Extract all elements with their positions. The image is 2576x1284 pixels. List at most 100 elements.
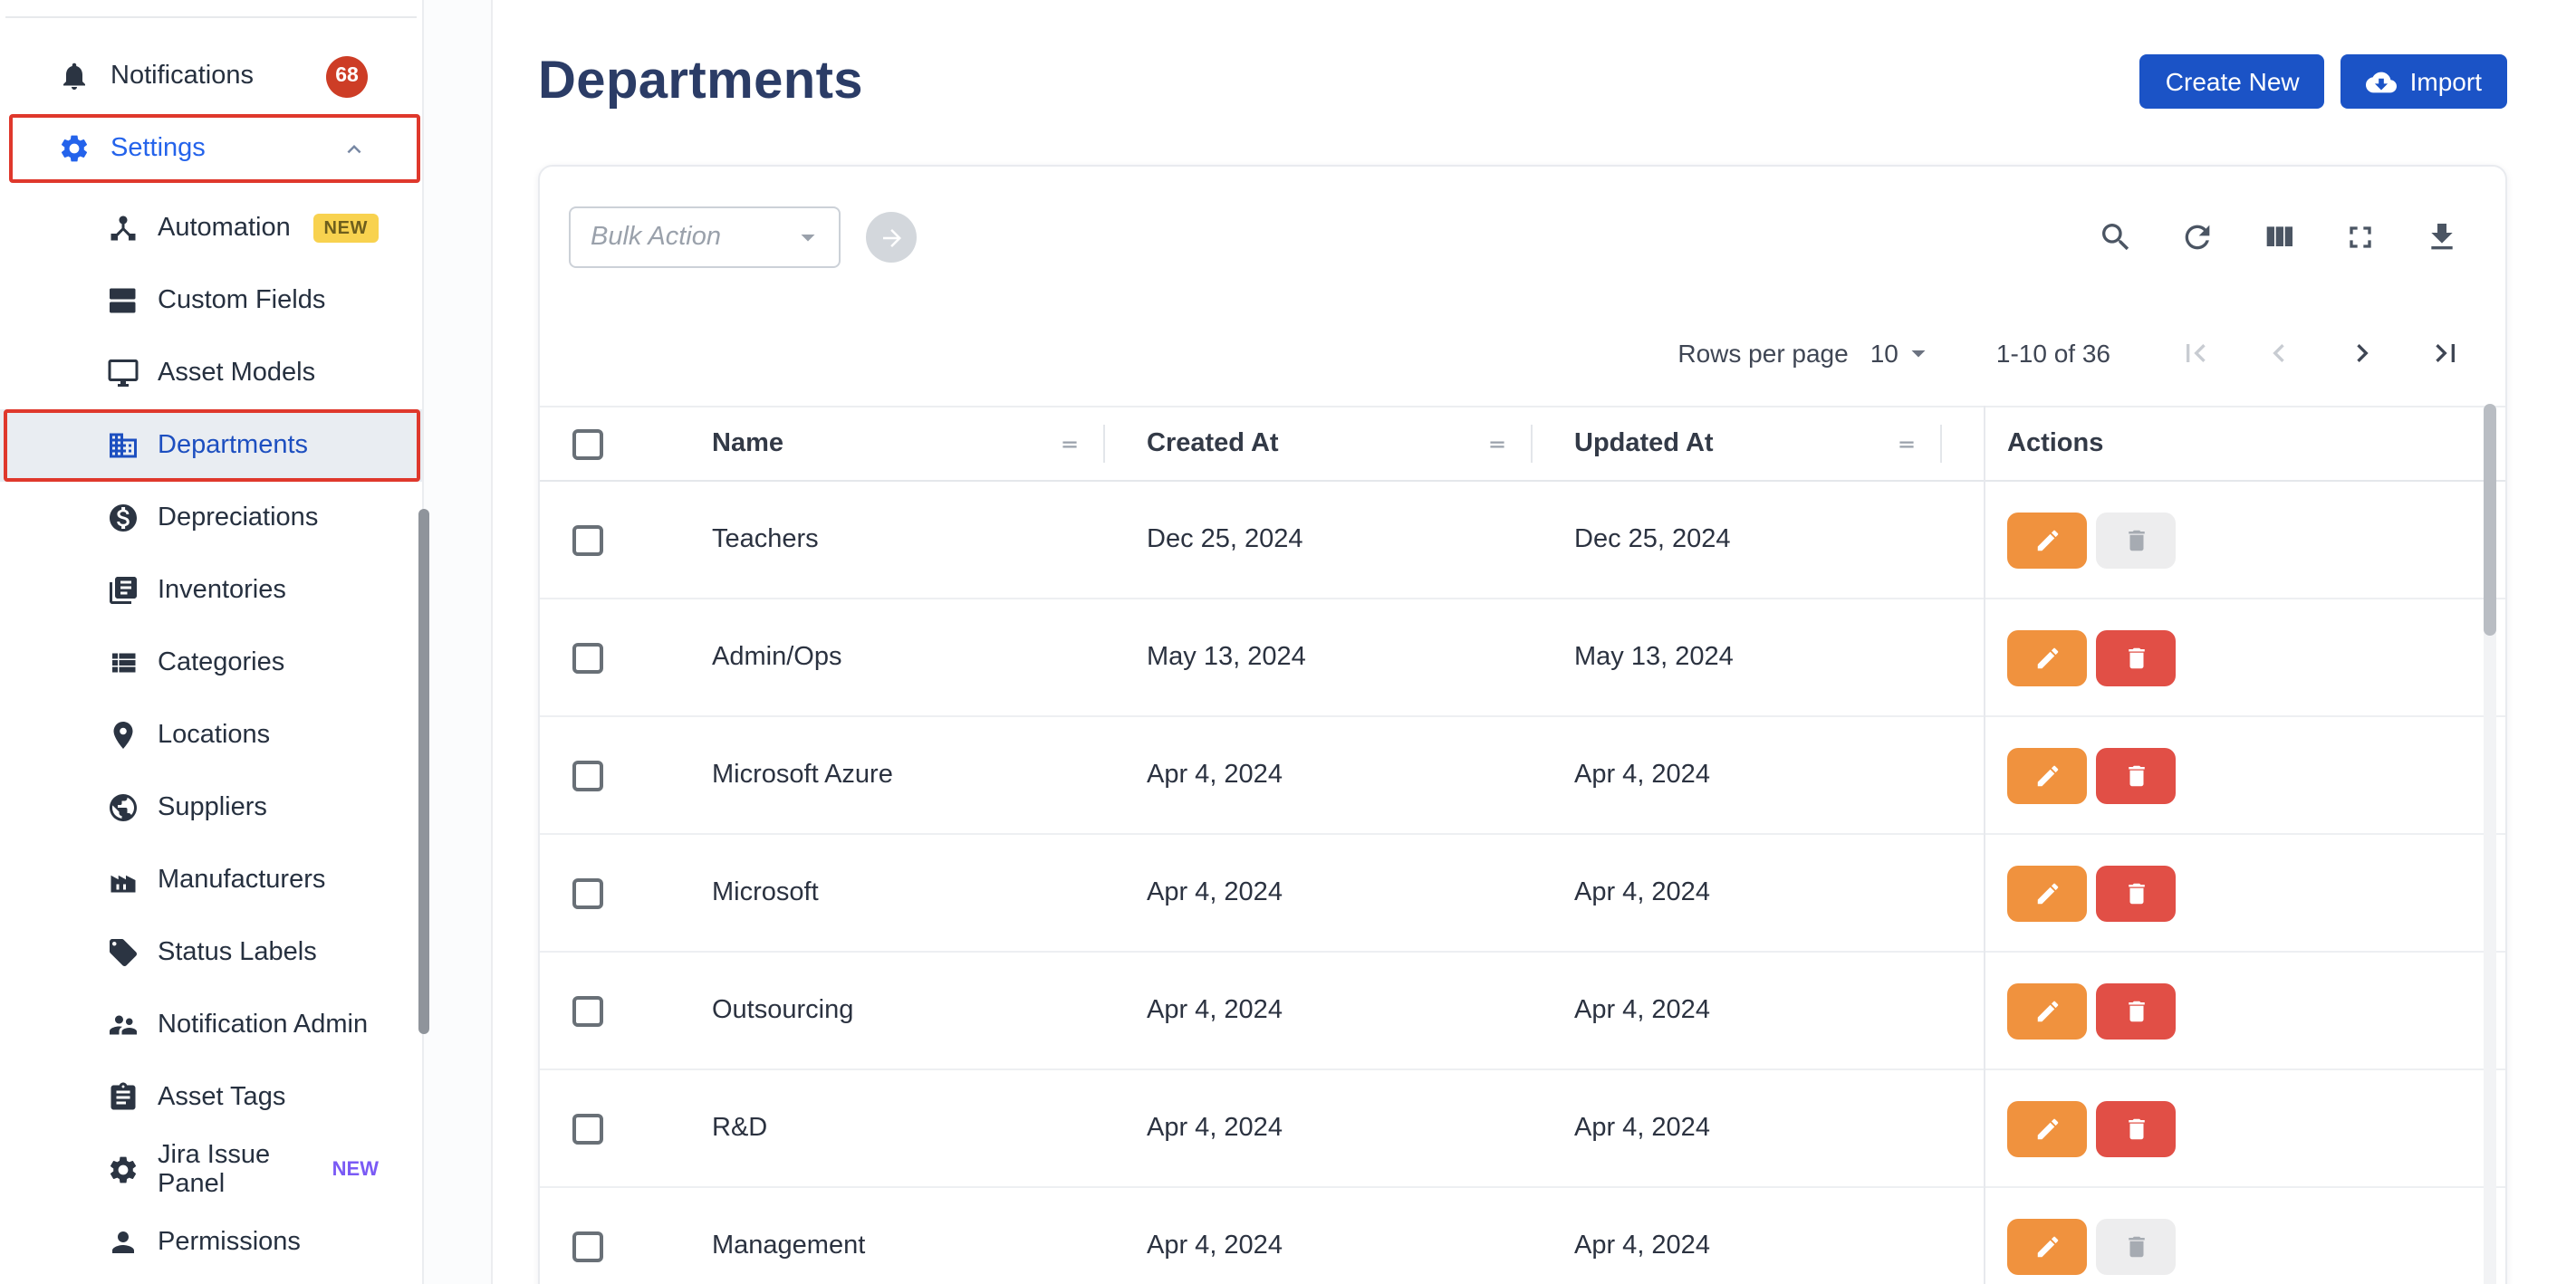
edit-button[interactable] [2007,865,2087,921]
refresh-button[interactable] [2177,217,2217,257]
edit-button[interactable] [2007,1218,2087,1274]
delete-button[interactable] [2096,1100,2176,1156]
fullscreen-button[interactable] [2341,217,2380,257]
delete-button[interactable] [2096,512,2176,568]
departments-table-card: Bulk Action Rows per page [538,165,2507,1284]
sidebar-item-suppliers[interactable]: Suppliers [0,771,422,844]
create-new-button[interactable]: Create New [2140,54,2325,109]
sidebar-item-label: Manufacturers [158,866,325,895]
delete-button[interactable] [2096,629,2176,685]
sidebar-item-jira-issue-panel[interactable]: Jira Issue Panel NEW [0,1134,422,1206]
notification-count-badge: 68 [326,55,368,97]
sidebar-item-manufacturers[interactable]: Manufacturers [0,844,422,916]
rows-per-page-value: 10 [1870,339,1898,368]
row-checkbox[interactable] [572,1113,603,1144]
columns-button[interactable] [2259,217,2299,257]
column-divider [1940,425,1942,463]
column-menu-icon[interactable] [1895,432,1918,455]
table-scrollbar[interactable] [2484,404,2496,1284]
cell-updated-at: Dec 25, 2024 [1574,482,1984,598]
sidebar-item-label: Asset Models [158,359,315,388]
sidebar-item-departments[interactable]: Departments [0,409,422,482]
trash-icon [2122,997,2149,1024]
search-button[interactable] [2096,217,2136,257]
edit-button[interactable] [2007,747,2087,803]
download-button[interactable] [2422,217,2462,257]
refresh-icon [2179,219,2216,255]
download-icon [2424,219,2460,255]
pencil-icon [2033,762,2061,789]
sidebar-item-label: Jira Issue Panel [158,1141,316,1199]
bulk-action-apply-button[interactable] [866,212,917,263]
cell-updated-at: Apr 4, 2024 [1574,1188,1984,1284]
sidebar-item-label: Locations [158,721,270,750]
last-page-button[interactable] [2426,333,2465,373]
sidebar-item-automation[interactable]: Automation NEW [0,192,422,264]
table-header-row: Name Created At Updated At Action [540,406,2505,482]
sidebar-item-notification-admin[interactable]: Notification Admin [0,989,422,1061]
page-title: Departments [538,52,863,111]
automation-icon [105,210,141,246]
sidebar-item-categories[interactable]: Categories [0,627,422,699]
sidebar-scrollbar-thumb[interactable] [418,509,429,1034]
cell-created-at: Apr 4, 2024 [1147,953,1574,1068]
cell-name: Microsoft [712,835,1147,951]
sidebar-item-inventories[interactable]: Inventories [0,554,422,627]
first-page-button[interactable] [2176,333,2216,373]
row-checkbox[interactable] [572,877,603,908]
sidebar-item-permissions[interactable]: Permissions [0,1206,422,1279]
delete-button[interactable] [2096,747,2176,803]
table-row: Teachers Dec 25, 2024 Dec 25, 2024 [540,482,2505,599]
delete-button[interactable] [2096,865,2176,921]
table-scrollbar-thumb[interactable] [2484,404,2496,636]
column-divider [1531,425,1533,463]
inventories-icon [105,572,141,608]
sidebar-item-label: Permissions [158,1228,301,1257]
column-menu-icon[interactable] [1485,432,1509,455]
delete-button[interactable] [2096,982,2176,1039]
pencil-icon [2033,1232,2061,1260]
column-divider [1103,425,1105,463]
cell-created-at: May 13, 2024 [1147,599,1574,715]
cell-name: Teachers [712,482,1147,598]
rows-per-page-label: Rows per page [1677,339,1848,368]
edit-button[interactable] [2007,982,2087,1039]
last-page-icon [2427,335,2464,371]
delete-button[interactable] [2096,1218,2176,1274]
arrow-right-icon [878,224,905,251]
sidebar-item-label: Settings [111,134,206,163]
sidebar-item-status-labels[interactable]: Status Labels [0,916,422,989]
content-panel: Departments Create New Import Bulk Actio… [491,0,2576,1284]
sidebar-divider [5,16,417,18]
table-row: R&D Apr 4, 2024 Apr 4, 2024 [540,1070,2505,1188]
bulk-action-select[interactable]: Bulk Action [569,206,841,268]
sidebar-item-asset-tags[interactable]: Asset Tags [0,1061,422,1134]
edit-button[interactable] [2007,629,2087,685]
row-checkbox[interactable] [572,1231,603,1261]
asset-tags-icon [105,1079,141,1116]
column-menu-icon[interactable] [1058,432,1081,455]
row-checkbox[interactable] [572,642,603,673]
sidebar-item-label: Automation [158,214,291,243]
column-header-created-at: Created At [1147,429,1279,458]
sidebar-item-notifications[interactable]: Notifications 68 [0,40,422,112]
departments-icon [105,427,141,464]
sidebar-item-asset-models[interactable]: Asset Models [0,337,422,409]
sidebar-item-locations[interactable]: Locations [0,699,422,771]
row-checkbox[interactable] [572,524,603,555]
main-area: Departments Create New Import Bulk Actio… [424,0,2576,1284]
chevron-up-icon [341,135,368,162]
previous-page-button[interactable] [2259,333,2299,373]
row-checkbox[interactable] [572,760,603,791]
row-checkbox[interactable] [572,995,603,1026]
select-all-checkbox[interactable] [572,428,603,459]
cell-name: Outsourcing [712,953,1147,1068]
sidebar-item-depreciations[interactable]: Depreciations [0,482,422,554]
import-button[interactable]: Import [2341,54,2507,109]
edit-button[interactable] [2007,1100,2087,1156]
next-page-button[interactable] [2342,333,2382,373]
edit-button[interactable] [2007,512,2087,568]
sidebar-item-settings[interactable]: Settings [0,112,422,185]
rows-per-page-select[interactable]: 10 [1870,337,1935,369]
sidebar-item-custom-fields[interactable]: Custom Fields [0,264,422,337]
